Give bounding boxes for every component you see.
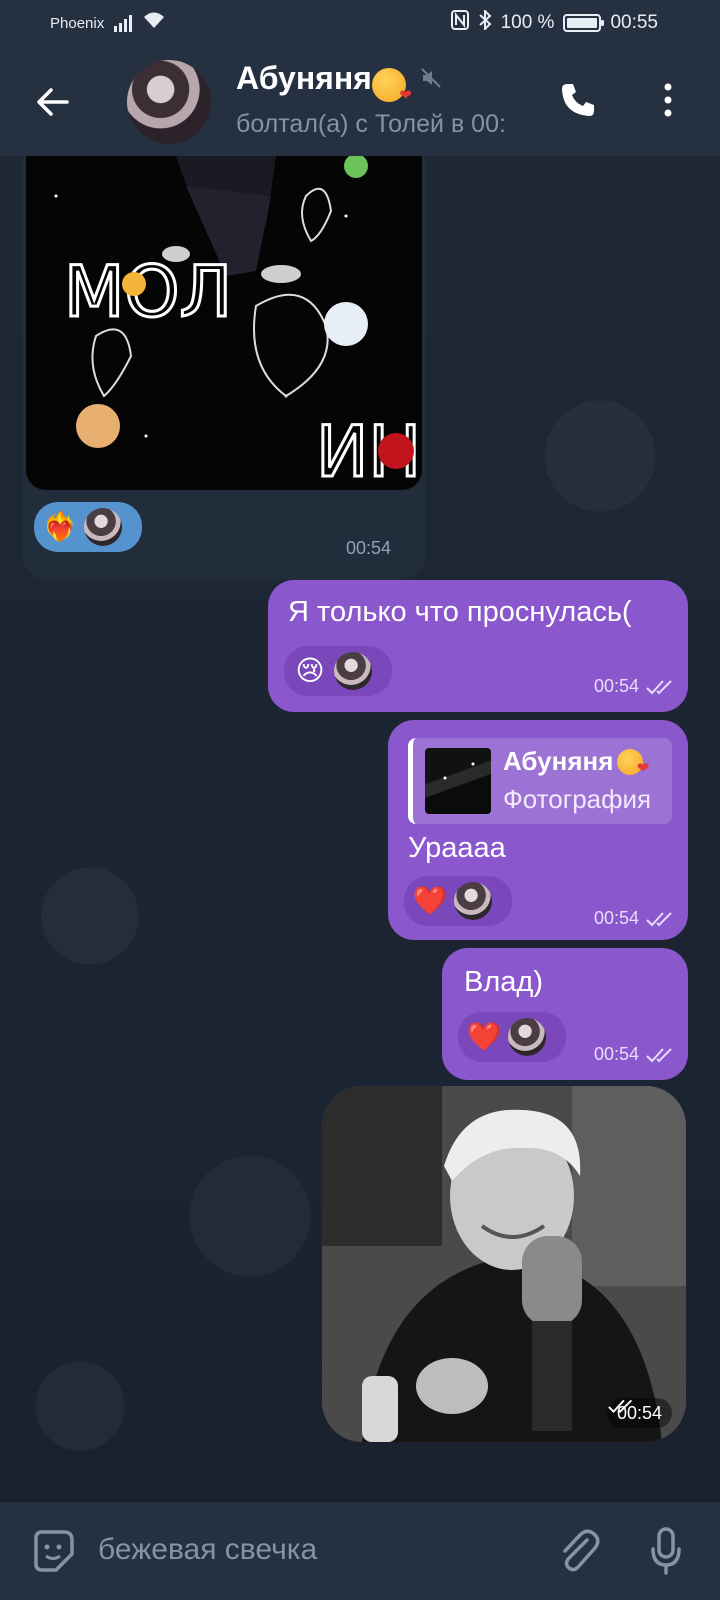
red-heart-icon[interactable]: ❤️ — [466, 1023, 502, 1051]
message-time: 00:54 — [606, 1398, 672, 1428]
status-time: 00:55 — [610, 12, 658, 33]
chat-title: Абуняня — [236, 60, 412, 104]
crying-face-icon[interactable]: 😢 — [292, 657, 328, 685]
status-left: Phoenix — [50, 11, 166, 35]
message-time: 00:54 — [594, 908, 677, 929]
message-reactions[interactable]: 😢 — [284, 646, 392, 696]
red-heart-icon[interactable]: ❤️ — [412, 887, 448, 915]
outgoing-text-message[interactable]: Влад) ❤️ 00:54 — [442, 948, 688, 1080]
double-check-icon — [646, 1047, 672, 1062]
call-button[interactable] — [554, 76, 602, 124]
reply-author: Абуняня — [503, 746, 649, 777]
chat-avatar[interactable] — [127, 60, 211, 144]
message-photo — [322, 1086, 686, 1442]
reply-photo-thumbnail — [425, 748, 491, 814]
reactor-avatar — [454, 882, 492, 920]
sticker-icon — [34, 1530, 74, 1572]
status-bar: Phoenix 100 % 00:55 — [0, 0, 720, 46]
message-text: Я только что проснулась( — [288, 596, 632, 628]
attach-button[interactable] — [554, 1526, 604, 1576]
incoming-photo-message[interactable]: МОЛ ИН ❤️‍🔥 00:54 — [22, 156, 426, 580]
paperclip-icon — [563, 1529, 600, 1572]
outgoing-reply-message[interactable]: Абуняня Фотография Ураааа ❤️ 00:54 — [388, 720, 688, 940]
reactor-avatar — [84, 508, 122, 546]
outgoing-text-message[interactable]: Я только что проснулась( 😢 00:54 — [268, 580, 688, 712]
message-time: 00:54 — [594, 676, 677, 697]
message-reactions[interactable]: ❤️ — [458, 1012, 566, 1062]
outgoing-photo-message[interactable]: 00:54 — [322, 1086, 686, 1442]
double-check-icon — [646, 679, 672, 694]
reply-preview[interactable]: Абуняня Фотография — [408, 738, 672, 824]
more-vertical-icon — [664, 83, 672, 117]
emoji-sticker-button[interactable] — [28, 1526, 78, 1576]
back-button[interactable] — [30, 80, 74, 124]
double-check-icon — [608, 1399, 632, 1413]
carrier-name: Phoenix — [50, 14, 105, 32]
heart-on-fire-icon[interactable]: ❤️‍🔥 — [42, 513, 78, 541]
message-text: Влад) — [464, 966, 543, 998]
bluetooth-icon — [478, 8, 492, 36]
message-input[interactable] — [98, 1522, 518, 1578]
message-text: Ураааа — [408, 832, 506, 864]
signal-icon — [114, 14, 133, 32]
status-right: 100 % 00:55 — [450, 8, 658, 36]
more-menu-button[interactable] — [650, 76, 686, 124]
double-check-icon — [646, 911, 672, 926]
kiss-emoji-icon — [617, 748, 649, 777]
chat-title-row[interactable]: Абуняня — [236, 60, 442, 104]
svg-text:МОЛ: МОЛ — [64, 251, 232, 333]
chat-subtitle: болтал(а) с Толей в 00: — [236, 110, 506, 138]
battery-icon — [563, 14, 605, 32]
wifi-icon — [142, 11, 166, 35]
speaker-muted-icon — [420, 67, 442, 94]
reactor-avatar — [334, 652, 372, 690]
reactor-avatar — [508, 1018, 546, 1056]
message-reactions[interactable]: ❤️ — [404, 876, 512, 926]
message-time: 00:54 — [594, 1044, 677, 1065]
chat-messages-area[interactable]: МОЛ ИН ❤️‍🔥 00:54 Я только что проснулас… — [0, 156, 720, 1502]
message-reactions[interactable]: ❤️‍🔥 — [34, 502, 142, 552]
phone-icon — [562, 84, 594, 116]
message-composer — [0, 1502, 720, 1600]
battery-percent: 100 % — [500, 12, 555, 33]
arrow-left-icon — [37, 88, 69, 116]
microphone-icon — [651, 1527, 681, 1575]
reply-type: Фотография — [503, 784, 652, 814]
chat-header: Абуняня болтал(а) с Толей в 00: — [0, 46, 720, 156]
kiss-emoji-icon — [371, 67, 412, 104]
message-photo[interactable]: МОЛ ИН — [26, 156, 422, 490]
message-time: 00:54 — [346, 538, 392, 558]
microphone-button[interactable] — [646, 1526, 686, 1576]
nfc-icon — [450, 10, 469, 36]
